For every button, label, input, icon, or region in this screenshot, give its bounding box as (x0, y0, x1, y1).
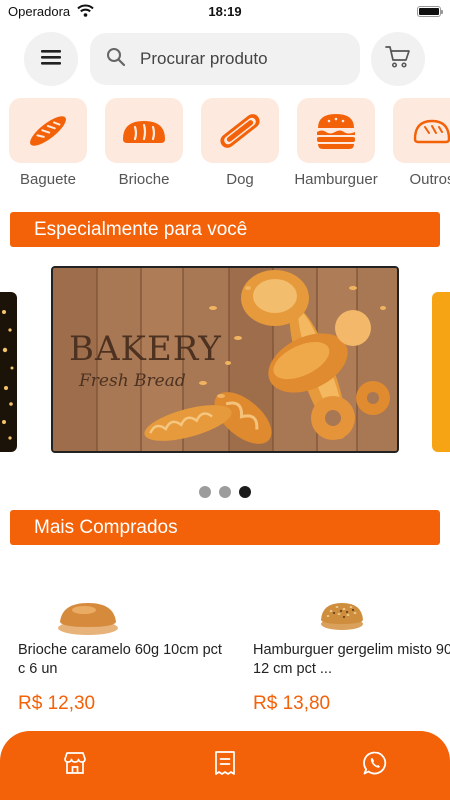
category-brioche[interactable]: Brioche (105, 98, 183, 188)
category-label: Baguete (20, 171, 76, 188)
brioche-icon (105, 98, 183, 163)
search-bar[interactable] (90, 33, 360, 85)
category-label: Brioche (118, 171, 170, 188)
nav-whatsapp[interactable] (300, 731, 450, 800)
banner-title: BAKERY (69, 329, 222, 369)
bottom-navigation (0, 731, 450, 800)
cart-button[interactable] (371, 32, 425, 86)
status-bar: Operadora 18:19 (0, 0, 450, 24)
product-card[interactable]: Brioche caramelo 60g 10cm pct c 6 un R$ … (18, 598, 228, 715)
hamburger-menu-icon (40, 48, 62, 71)
carousel-dot[interactable] (219, 486, 231, 498)
category-list: Baguete Brioche Dog Hamburguer Outros (0, 98, 450, 190)
cart-icon (385, 45, 411, 74)
bakery-banner[interactable]: BAKERY Fresh Bread (51, 266, 399, 453)
category-outros[interactable]: Outros (393, 98, 450, 188)
product-name: Hamburguer gergelim misto 90g 12 cm pct … (253, 642, 450, 677)
category-label: Dog (226, 171, 254, 188)
battery-icon (417, 6, 443, 17)
banner-subtitle: Fresh Bread (78, 371, 186, 391)
search-input[interactable] (140, 49, 350, 69)
special-section-header: Especialmente para você (10, 212, 440, 247)
clock: 18:19 (208, 4, 242, 19)
sesame-bun-image (253, 598, 450, 636)
carousel-prev-slide[interactable] (0, 292, 17, 452)
carousel-dot[interactable] (199, 486, 211, 498)
category-label: Hamburguer (294, 171, 378, 188)
menu-button[interactable] (24, 32, 78, 86)
product-card[interactable]: Hamburguer gergelim misto 90g 12 cm pct … (253, 598, 450, 715)
nav-store[interactable] (0, 731, 150, 800)
carousel-next-slide[interactable] (432, 292, 450, 452)
product-name: Brioche caramelo 60g 10cm pct c 6 un (18, 642, 222, 677)
hot-dog-icon (201, 98, 279, 163)
whatsapp-icon (362, 750, 388, 781)
burger-icon (297, 98, 375, 163)
category-dog[interactable]: Dog (201, 98, 279, 188)
baguette-icon (9, 98, 87, 163)
bread-icon (393, 98, 450, 163)
carousel-dot-active[interactable] (239, 486, 251, 498)
product-price: R$ 13,80 (253, 693, 331, 714)
nav-orders[interactable] (150, 731, 300, 800)
category-label: Outros (409, 171, 450, 188)
best-sellers-section-header: Mais Comprados (10, 510, 440, 545)
product-price: R$ 12,30 (18, 693, 96, 714)
brioche-bun-image (18, 598, 228, 636)
category-hamburguer[interactable]: Hamburguer (294, 98, 378, 188)
orders-icon (213, 750, 237, 781)
store-icon (62, 750, 88, 781)
carousel-indicator (0, 486, 450, 498)
search-icon (106, 47, 126, 72)
category-baguete[interactable]: Baguete (9, 98, 87, 188)
